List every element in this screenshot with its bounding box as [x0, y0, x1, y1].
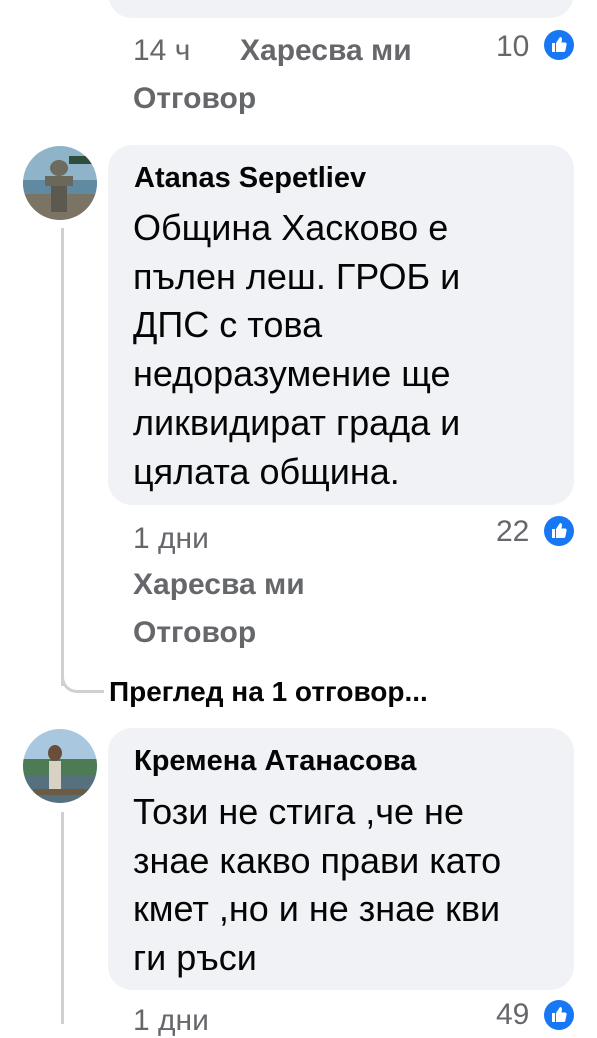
comment-line: знае какво прави като — [133, 839, 502, 881]
comment-line: ликвидират града и — [133, 401, 461, 443]
comment-line: ДПС с това — [133, 304, 323, 346]
thread-line — [61, 228, 64, 686]
previous-comment-bubble — [108, 0, 574, 18]
like-reaction-icon[interactable] — [544, 516, 574, 546]
comment-line: пълен леш. ГРОБ и — [133, 255, 461, 297]
comment-author[interactable]: Atanas Sepetliev — [134, 162, 366, 195]
comment-line: Община Хасково е — [133, 207, 449, 248]
avatar[interactable] — [23, 146, 97, 220]
comment-time: 1 дни — [133, 522, 209, 555]
comment-time: 1 дни — [133, 1004, 209, 1037]
comment-line: Този не стига ,че не — [133, 791, 464, 832]
comment-author[interactable]: Кремена Атанасова — [134, 745, 416, 778]
thread-connector — [61, 660, 104, 693]
comment-text: Този не стига ,че не знае какво прави ка… — [133, 788, 563, 983]
comment-line: недоразумение ще — [133, 353, 451, 395]
view-replies-link[interactable]: Преглед на 1 отговор... — [109, 676, 428, 708]
like-button[interactable]: Харесва ми — [240, 34, 412, 68]
like-button[interactable]: Харесва ми — [133, 568, 305, 602]
avatar-photo-icon — [23, 146, 97, 220]
reaction-count[interactable]: 22 — [496, 515, 529, 549]
comment-line: кмет ,но и не знае кви — [133, 888, 501, 930]
comment-line: цялата община. — [133, 450, 400, 492]
reply-button[interactable]: Отговор — [133, 616, 256, 650]
reply-button[interactable]: Отговор — [133, 82, 256, 116]
comment-time: 14 ч — [133, 34, 191, 67]
comment-line: ги ръси — [133, 937, 257, 979]
like-reaction-icon[interactable] — [544, 1000, 574, 1030]
thread-line — [61, 812, 64, 1024]
comment-text: Община Хасково е пълен леш. ГРОБ и ДПС с… — [133, 204, 563, 496]
reaction-count[interactable]: 49 — [496, 998, 529, 1032]
avatar-photo-icon — [23, 729, 97, 803]
like-reaction-icon[interactable] — [544, 30, 574, 60]
avatar[interactable] — [23, 729, 97, 803]
reaction-count[interactable]: 10 — [496, 30, 529, 64]
